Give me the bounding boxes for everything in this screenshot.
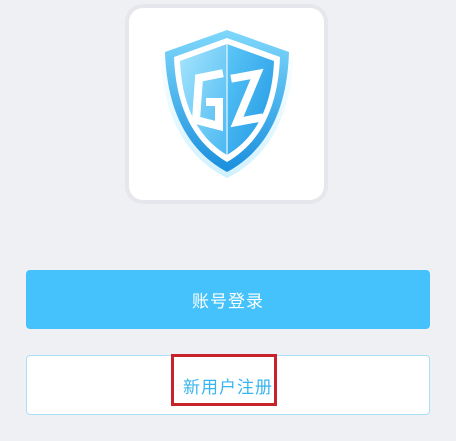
app-logo-card — [129, 8, 324, 200]
login-button-label: 账号登录 — [192, 292, 264, 312]
login-button[interactable]: 账号登录 — [26, 270, 430, 329]
register-button-label: 新用户注册 — [183, 377, 273, 398]
register-button[interactable]: 新用户注册 — [26, 355, 430, 415]
shield-logo-icon — [161, 30, 293, 178]
